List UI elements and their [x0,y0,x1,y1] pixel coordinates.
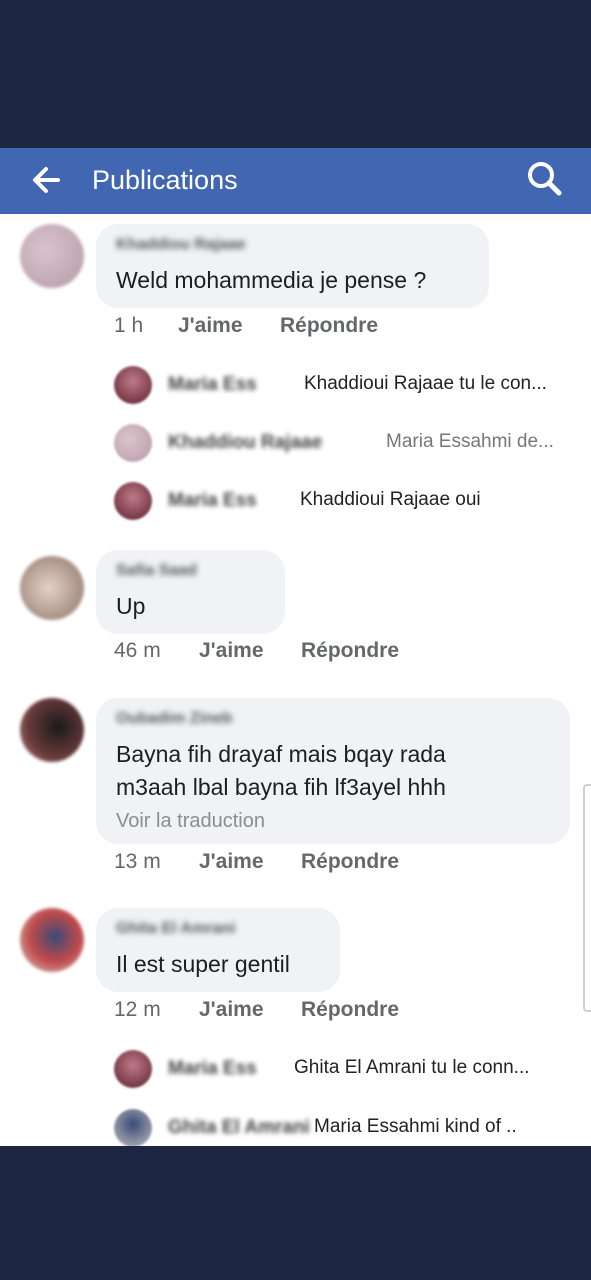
comments-list: Khaddiou Rajaae Weld mohammedia je pense… [0,214,591,1146]
see-translation-link[interactable]: Voir la traduction [116,810,265,833]
comment-author[interactable]: Oubadim Zineb [116,710,232,727]
avatar [114,366,152,404]
reply-item[interactable]: Maria Ess Ghita El Amrani tu le conn... [114,1048,584,1092]
like-button[interactable]: J'aime [178,314,243,338]
comment-text-line2: m3aah lbal bayna fih lf3ayel hhh [116,774,446,800]
comment-text: Weld mohammedia je pense ? [116,267,427,293]
reply-text: Khaddioui Rajaae oui [300,489,481,510]
reply-text: Maria Essahmi de... [386,431,554,452]
avatar [114,1050,152,1088]
reply-button[interactable]: Répondre [301,998,399,1022]
avatar[interactable] [20,224,84,288]
comment-text: Up [116,593,146,619]
comment-bubble[interactable]: Safia Saad Up [96,550,285,634]
reply-text: Khaddioui Rajaae tu le con... [304,373,547,394]
scrollbar[interactable] [583,784,591,1012]
reply-author: Ghita El Amrani [168,1117,310,1138]
comment-time: 46 m [114,639,161,662]
avatar [114,1109,152,1146]
comment-bubble[interactable]: Khaddiou Rajaae Weld mohammedia je pense… [96,224,489,308]
reply-button[interactable]: Répondre [301,639,399,663]
search-icon[interactable] [524,158,564,198]
comment-bubble[interactable]: Oubadim Zineb Bayna fih drayaf mais bqay… [96,698,570,844]
reply-button[interactable]: Répondre [280,314,378,338]
reply-button[interactable]: Répondre [301,850,399,874]
avatar[interactable] [20,698,84,762]
comment-text: Bayna fih drayaf mais bqay rada [116,741,446,767]
reply-author: Maria Ess [168,490,257,511]
reply-item[interactable]: Maria Ess Khaddioui Rajaae tu le con... [114,364,584,408]
reply-author: Maria Ess [168,374,257,395]
comment-text: Il est super gentil [116,951,290,977]
avatar[interactable] [20,556,84,620]
app-header: Publications [0,148,591,214]
reply-item[interactable]: Khaddiou Rajaae Maria Essahmi de... [114,422,584,466]
comment-time: 12 m [114,998,161,1021]
comment-time: 13 m [114,850,161,873]
page-title: Publications [92,165,238,195]
reply-text: Ghita El Amrani tu le conn... [294,1057,530,1078]
comment-author[interactable]: Safia Saad [116,562,197,579]
status-bar-area [0,0,591,148]
avatar [114,482,152,520]
avatar[interactable] [20,908,84,972]
like-button[interactable]: J'aime [199,998,264,1022]
comment-author[interactable]: Khaddiou Rajaae [116,236,246,253]
reply-text: Maria Essahmi kind of .. [314,1116,517,1137]
reply-author: Khaddiou Rajaae [168,432,323,453]
reply-author: Maria Ess [168,1058,257,1079]
arrow-left-icon[interactable] [28,162,64,198]
avatar [114,424,152,462]
reply-item[interactable]: Ghita El Amrani Maria Essahmi kind of .. [114,1107,584,1146]
comment-bubble[interactable]: Ghita El Amrani Il est super gentil [96,908,340,992]
navigation-bar-area [0,1146,591,1280]
like-button[interactable]: J'aime [199,850,264,874]
comment-time: 1 h [114,314,144,337]
comment-author[interactable]: Ghita El Amrani [116,920,235,937]
like-button[interactable]: J'aime [199,639,264,663]
reply-item[interactable]: Maria Ess Khaddioui Rajaae oui [114,480,584,524]
